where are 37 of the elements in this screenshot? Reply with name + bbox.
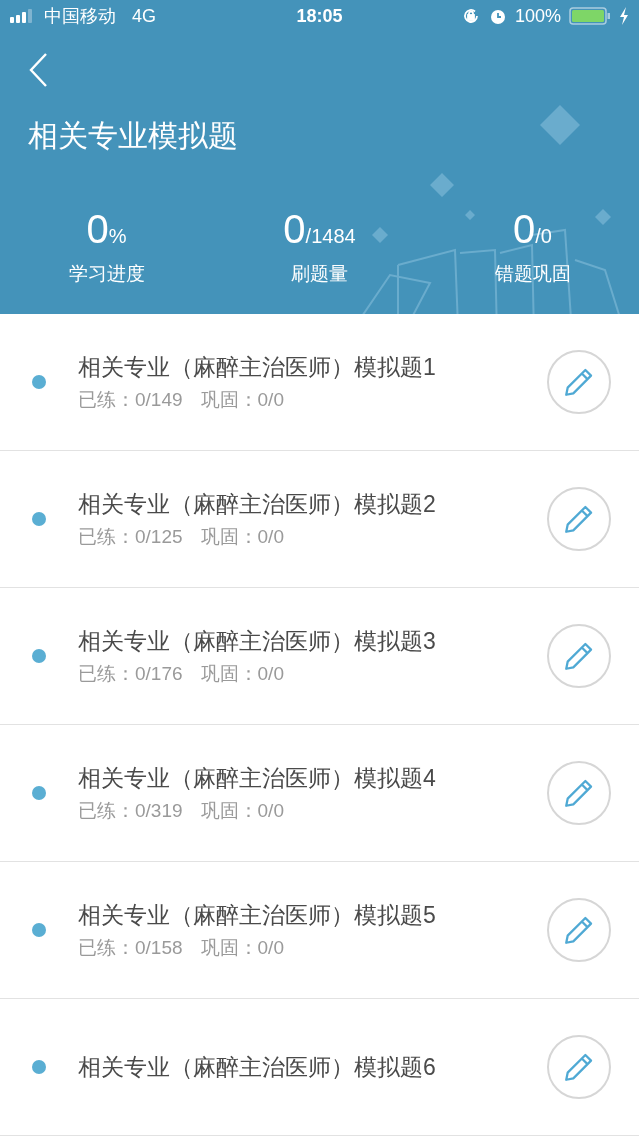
practice-button[interactable]	[547, 487, 611, 551]
stat-label: 学习进度	[68, 262, 145, 286]
exercise-title[interactable]: 相关专业（麻醉主治医师）模拟题5	[78, 899, 547, 931]
practiced-count: 已练：0/176	[78, 662, 183, 686]
back-icon	[28, 52, 48, 88]
practice-button[interactable]	[547, 898, 611, 962]
battery-icon	[569, 7, 611, 25]
exercise-title[interactable]: 相关专业（麻醉主治医师）模拟题6	[78, 1051, 547, 1083]
exercise-title[interactable]: 相关专业（麻醉主治医师）模拟题4	[78, 762, 547, 794]
alarm-icon	[488, 7, 507, 25]
practiced-count: 已练：0/158	[78, 936, 183, 960]
exercise-title[interactable]: 相关专业（麻醉主治医师）模拟题1	[78, 351, 547, 383]
stat-value: 0%	[86, 207, 127, 253]
charging-icon	[619, 7, 629, 25]
stat-value: 0/1484	[283, 207, 356, 253]
page-title: 相关专业模拟题	[28, 118, 239, 154]
battery-percent: 100%	[514, 4, 561, 28]
review-count: 巩固：0/0	[200, 388, 284, 412]
practiced-count: 已练：0/319	[78, 799, 183, 823]
review-count: 巩固：0/0	[200, 662, 284, 686]
practice-button[interactable]	[547, 1035, 611, 1099]
exercise-title[interactable]: 相关专业（麻醉主治医师）模拟题2	[78, 488, 547, 520]
review-count: 巩固：0/0	[200, 799, 284, 823]
stat-value: 0/0	[513, 207, 552, 253]
network-type: 4G	[132, 4, 156, 28]
practice-button[interactable]	[547, 350, 611, 414]
carrier-name: 中国移动	[44, 4, 116, 28]
practice-button[interactable]	[547, 761, 611, 825]
practiced-count: 已练：0/125	[78, 525, 183, 549]
review-count: 巩固：0/0	[200, 936, 284, 960]
exercise-title[interactable]: 相关专业（麻醉主治医师）模拟题3	[78, 625, 547, 657]
review-count: 巩固：0/0	[200, 525, 284, 549]
practiced-count: 已练：0/149	[78, 388, 183, 412]
stat-label: 错题巩固	[494, 262, 571, 286]
practice-button[interactable]	[547, 624, 611, 688]
status-time: 18:05	[296, 4, 343, 28]
stat-label: 刷题量	[291, 262, 348, 286]
